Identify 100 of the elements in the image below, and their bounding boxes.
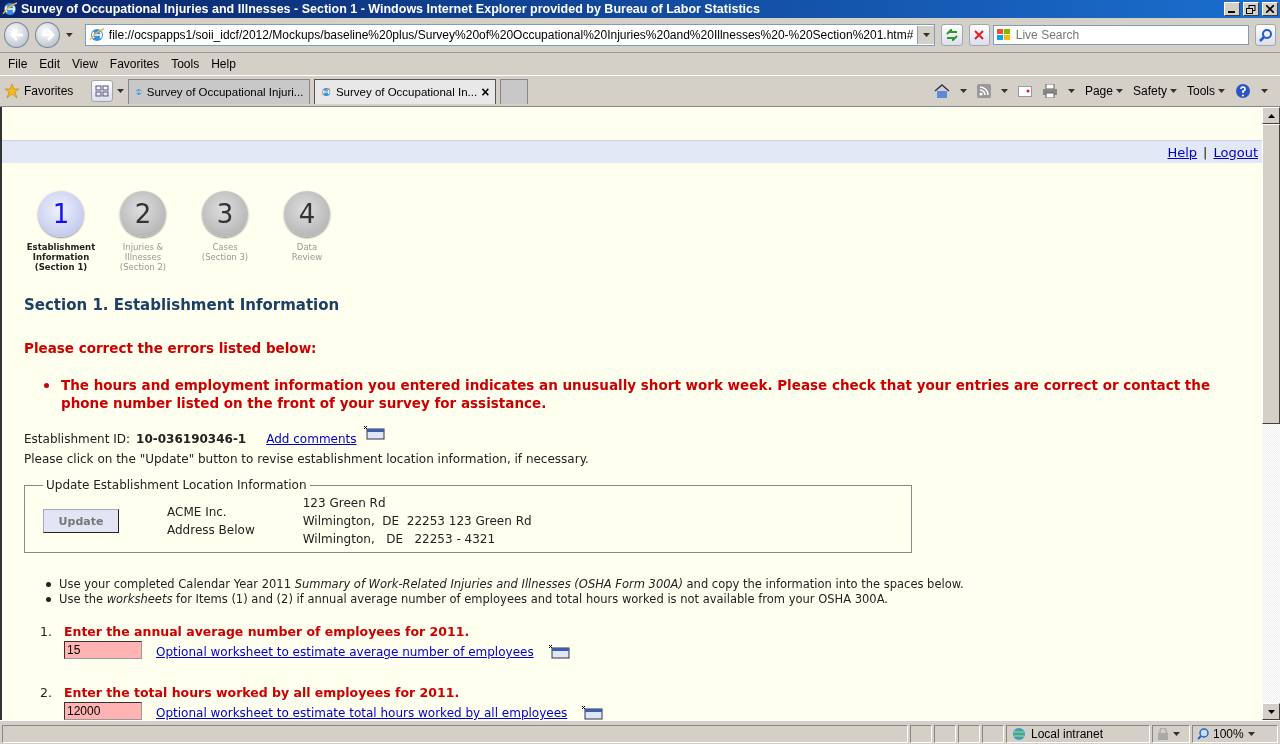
- address-note: Address Below: [167, 522, 255, 539]
- bullet-icon: [44, 383, 49, 388]
- command-menu[interactable]: Page: [1084, 84, 1123, 98]
- caret-icon[interactable]: [66, 33, 73, 37]
- question-text: Enter the total hours worked by all employees for 2011.: [63, 685, 460, 700]
- instruction-text: Please click on the "Update" button to revise establishment location information, if necessary.: [24, 452, 590, 466]
- instruction-note: Use the worksheets for Items (1) and (2) if annual average number of employees and total hours worked is not available from your OSHA 300A.: [59, 592, 888, 606]
- printer-icon[interactable]: [1041, 84, 1058, 98]
- search-button[interactable]: [1254, 24, 1276, 46]
- caret-icon[interactable]: [922, 33, 930, 37]
- scroll-down-arrow-icon[interactable]: [1267, 709, 1275, 714]
- help-icon[interactable]: [1235, 83, 1251, 99]
- help-link[interactable]: Help: [1167, 144, 1198, 160]
- menu-item[interactable]: Tools: [165, 57, 206, 71]
- comment-window-icon[interactable]: [547, 645, 570, 659]
- grid-icon: [95, 85, 110, 97]
- command-menu[interactable]: Safety: [1132, 84, 1177, 98]
- caret-icon[interactable]: [1067, 89, 1075, 93]
- caret-icon[interactable]: [1261, 89, 1268, 93]
- address-line: Wilmington, DE 22253 123 Green Rd: [302, 513, 532, 530]
- back-button[interactable]: [4, 22, 30, 48]
- menu-item[interactable]: Help: [205, 57, 242, 71]
- caret-icon[interactable]: [1170, 89, 1177, 93]
- home-icon[interactable]: [933, 83, 950, 99]
- worksheet-link[interactable]: Optional worksheet to estimate average number of employees: [156, 645, 534, 659]
- scrollbar[interactable]: [1262, 107, 1280, 720]
- command-menu[interactable]: Tools: [1187, 84, 1225, 98]
- menu-item[interactable]: View: [66, 57, 104, 71]
- status-pane: [934, 724, 956, 743]
- forward-button[interactable]: [35, 22, 61, 48]
- section-heading: Section 1. Establishment Information: [24, 296, 341, 314]
- caret-icon[interactable]: [1218, 89, 1225, 93]
- logout-link[interactable]: Logout: [1213, 144, 1258, 160]
- browser-tab[interactable]: Survey of Occupational Injuri...: [128, 78, 311, 104]
- tab-close-button[interactable]: ×: [481, 83, 490, 100]
- bullet-icon: [46, 582, 51, 587]
- caret-icon[interactable]: [1000, 89, 1008, 93]
- stop-button[interactable]: [968, 24, 990, 46]
- comment-window-icon[interactable]: [581, 706, 604, 720]
- browser-logo-icon: [2, 1, 18, 17]
- minimize-button[interactable]: [1224, 2, 1240, 16]
- instruction-note: Use your completed Calendar Year 2011 Summary of Work-Related Injuries and Illnesses (OSHA Form 300A) and copy the information into the spaces below.: [59, 577, 964, 591]
- bullet-icon: [46, 597, 51, 602]
- browser-tab[interactable]: Survey of Occupational In... ×: [314, 78, 497, 104]
- menu-item[interactable]: File: [2, 57, 34, 71]
- search-icon: [1258, 28, 1272, 42]
- protected-mode-button[interactable]: [1152, 724, 1190, 743]
- dropdown-button[interactable]: [917, 26, 935, 44]
- menu-item[interactable]: Favorites: [103, 57, 166, 71]
- close-button[interactable]: [1262, 2, 1278, 16]
- error-title: Please correct the errors listed below:: [24, 340, 318, 356]
- status-pane: [982, 724, 1004, 743]
- step-label: Data Review: [291, 242, 323, 262]
- refresh-button[interactable]: [941, 24, 963, 46]
- link-separator: |: [1203, 144, 1208, 160]
- comment-window-icon[interactable]: [362, 426, 385, 440]
- star-icon: [4, 83, 20, 99]
- windows-flag-icon: [995, 28, 1012, 42]
- stop-x-icon: [974, 30, 985, 40]
- page-icon: [88, 27, 105, 43]
- step-label: Injuries & Illnesses (Section 2): [119, 242, 167, 272]
- status-pane: [958, 724, 980, 743]
- step-label: Cases (Section 3): [201, 242, 249, 262]
- caret-icon[interactable]: [959, 89, 967, 93]
- address-line: 123 Green Rd: [302, 495, 387, 512]
- restore-button[interactable]: [1243, 2, 1259, 16]
- error-message: The hours and employment information you entered indicates an unusually short work week. Please check that your entries are correct or contact the phone number listed on the front of your survey for assistance.: [61, 376, 1212, 412]
- window-title: Survey of Occupational Injuries and Illnesses - Section 1 - Windows Internet Explorer provided by Bureau of Labor Statistics: [21, 2, 761, 16]
- step-button[interactable]: 2: [120, 191, 166, 237]
- menu-item[interactable]: Edit: [33, 57, 67, 71]
- caret-icon[interactable]: [1173, 731, 1180, 736]
- back-arrow-icon: [9, 29, 24, 41]
- caret-icon[interactable]: [117, 89, 125, 93]
- step-button[interactable]: 3: [202, 191, 248, 237]
- answer-field[interactable]: 12000: [64, 702, 142, 720]
- answer-field[interactable]: 15: [64, 641, 142, 659]
- quick-tabs-button[interactable]: [91, 80, 114, 102]
- scroll-up-arrow-icon[interactable]: [1267, 113, 1275, 118]
- zoom-button[interactable]: 100%: [1192, 724, 1278, 743]
- step-label: Establishment Information (Section 1): [26, 242, 96, 272]
- status-pane: [910, 724, 932, 743]
- feed-icon[interactable]: [976, 84, 991, 98]
- caret-icon[interactable]: [1115, 89, 1123, 93]
- close-icon: [1266, 5, 1274, 13]
- restore-icon: [1246, 4, 1256, 14]
- worksheet-link[interactable]: Optional worksheet to estimate total hours worked by all employees: [156, 706, 568, 720]
- address-field[interactable]: file://ocspapps1/soii_idcf/2012/Mockups/baseline%20plus/Survey%20of%20Occupational%20Injuries%20and%20Illnesses%20-%20Section%201.htm#: [84, 24, 936, 46]
- forward-arrow-icon: [40, 29, 55, 41]
- search-field[interactable]: Live Search: [992, 25, 1249, 45]
- question-text: Enter the annual average number of employees for 2011.: [63, 624, 470, 639]
- mail-icon[interactable]: [1017, 85, 1032, 97]
- fieldset-legend: Update Establishment Location Information: [43, 478, 310, 492]
- step-button[interactable]: 4: [284, 191, 330, 237]
- caret-icon[interactable]: [1247, 731, 1255, 736]
- favorites-button[interactable]: Favorites: [4, 83, 74, 99]
- lock-icon: [1157, 727, 1169, 740]
- network-globe-icon: [1011, 725, 1027, 742]
- question-number: 1.: [40, 624, 52, 639]
- add-comments-link[interactable]: Add comments: [266, 432, 357, 446]
- step-button[interactable]: 1: [38, 191, 84, 237]
